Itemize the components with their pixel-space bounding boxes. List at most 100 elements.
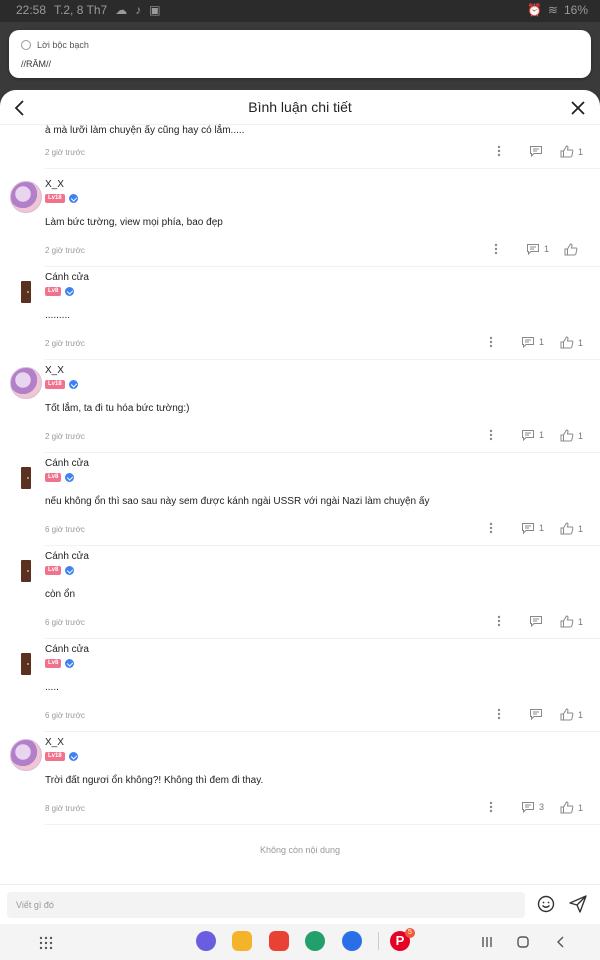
reply-button[interactable] (529, 145, 547, 157)
comment-time: 2 giờ trước (45, 339, 85, 348)
reply-button[interactable]: 1 (526, 243, 549, 255)
reply-icon (529, 145, 543, 157)
messages-app-icon[interactable] (342, 931, 362, 951)
more-options-icon[interactable] (489, 429, 493, 441)
more-options-icon[interactable] (497, 615, 501, 627)
avatar[interactable] (10, 274, 42, 306)
send-icon[interactable] (568, 894, 588, 914)
more-options-icon[interactable] (489, 336, 493, 348)
comment-username[interactable]: Cánh cửa (45, 272, 89, 283)
like-button[interactable] (564, 243, 582, 256)
comment-username[interactable]: Cánh cửa (45, 458, 89, 469)
files-app-icon[interactable] (232, 931, 252, 951)
verified-badge-icon (65, 566, 75, 575)
level-badge: Lv8 (45, 659, 62, 668)
reply-icon (529, 708, 543, 720)
comment-text: à mà lưỡi làm chuyện ấy cũng hay có lắm.… (45, 125, 245, 136)
comment-divider (45, 731, 600, 732)
notes-app-icon[interactable] (269, 931, 289, 951)
like-button[interactable]: 1 (560, 522, 583, 535)
like-count: 1 (578, 802, 584, 813)
comment-divider (45, 266, 600, 267)
like-icon (564, 243, 578, 256)
reply-count: 1 (539, 523, 545, 533)
avatar[interactable] (10, 739, 42, 771)
reply-button[interactable]: 1 (521, 336, 544, 348)
status-bar: 22:58 T.2, 8 Th7 ☁ ♪ ▣ ⏰ ≋ 16% (0, 0, 600, 22)
comment-text: còn ổn (45, 589, 76, 600)
notification-banner[interactable]: Lời bộc bạch //RĂM// (9, 30, 591, 78)
app-drawer-icon[interactable] (39, 936, 53, 950)
like-icon (560, 615, 574, 628)
like-button[interactable]: 1 (560, 429, 583, 442)
level-badge: Lv8 (45, 287, 62, 296)
comment-divider (45, 359, 600, 360)
comment-username[interactable]: X_X (45, 179, 64, 190)
nav-back-icon[interactable] (554, 935, 568, 949)
more-options-icon[interactable] (497, 145, 501, 157)
like-icon (560, 429, 574, 442)
comment-time: 8 giờ trước (45, 804, 85, 813)
avatar[interactable] (10, 181, 42, 213)
reply-icon (521, 801, 535, 813)
avatar[interactable] (10, 553, 42, 585)
comment-username[interactable]: Cánh cửa (45, 551, 89, 562)
avatar[interactable] (10, 367, 42, 399)
like-count: 1 (578, 709, 584, 720)
like-button[interactable]: 1 (560, 708, 583, 721)
like-button[interactable]: 1 (560, 336, 583, 349)
like-count: 1 (578, 146, 584, 157)
battery-level: 16% (563, 3, 588, 17)
dock-divider (378, 932, 379, 950)
like-count: 1 (578, 337, 584, 348)
end-of-list-text: Không còn nội dung (259, 845, 341, 855)
level-badge: Lv8 (45, 473, 62, 482)
like-button[interactable]: 1 (560, 145, 583, 158)
door-avatar-icon (21, 653, 31, 675)
home-icon[interactable] (516, 935, 530, 949)
comment-text: nếu không ổn thì sao sau này sem được ká… (45, 496, 430, 507)
comment-username[interactable]: Cánh cửa (45, 644, 89, 655)
internet-app-icon[interactable] (196, 931, 216, 951)
comment-time: 6 giờ trước (45, 618, 85, 627)
reply-button[interactable]: 3 (521, 801, 544, 813)
avatar[interactable] (10, 646, 42, 678)
like-icon (560, 708, 574, 721)
more-options-icon[interactable] (489, 522, 493, 534)
reply-button[interactable]: 1 (521, 522, 544, 534)
comment-divider (45, 545, 600, 546)
comment-time: 2 giờ trước (45, 246, 85, 255)
avatar[interactable] (10, 460, 42, 492)
like-button[interactable]: 1 (560, 615, 583, 628)
more-options-icon[interactable] (494, 243, 498, 255)
level-badge: Lv18 (45, 194, 65, 203)
comment-text: Trời đất ngươi ổn không?! Không thì đem … (45, 775, 264, 786)
status-date: T.2, 8 Th7 (54, 3, 108, 17)
verified-badge-icon (68, 380, 78, 389)
comments-sheet: Bình luận chi tiết à mà lưỡi làm chuyện … (0, 90, 600, 924)
comment-input[interactable]: Viết gì đó (7, 892, 525, 918)
recent-apps-icon[interactable] (480, 935, 494, 949)
comment-divider (45, 824, 600, 825)
comment-username[interactable]: X_X (45, 737, 64, 748)
verified-badge-icon (65, 659, 75, 668)
reply-button[interactable] (529, 708, 547, 720)
cloud-icon: ☁ (115, 3, 128, 17)
like-button[interactable]: 1 (560, 801, 583, 814)
like-count: 1 (578, 430, 584, 441)
like-icon (560, 145, 574, 158)
system-nav-bar: P 5 (0, 924, 600, 960)
emoji-icon[interactable] (537, 895, 555, 913)
close-icon[interactable] (568, 98, 588, 118)
comment-username[interactable]: X_X (45, 365, 64, 376)
door-avatar-icon (21, 281, 31, 303)
like-icon (560, 522, 574, 535)
call-app-icon[interactable] (305, 931, 325, 951)
reply-icon (521, 336, 535, 348)
comment-time: 2 giờ trước (45, 432, 85, 441)
reply-button[interactable] (529, 615, 547, 627)
more-options-icon[interactable] (497, 708, 501, 720)
reply-button[interactable]: 1 (521, 429, 544, 441)
comment-text: Tốt lắm, ta đi tu hóa bức tường:) (45, 403, 190, 414)
more-options-icon[interactable] (489, 801, 493, 813)
